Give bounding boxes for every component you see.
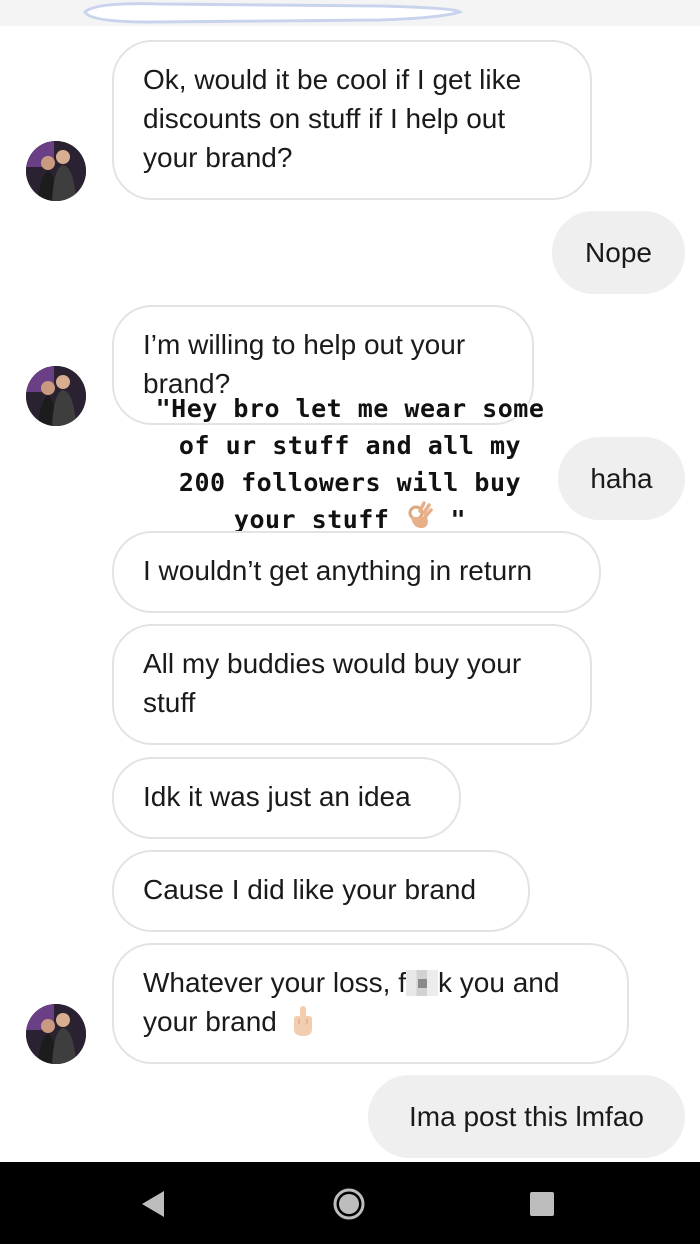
recent-apps-icon[interactable] <box>520 1182 564 1226</box>
censor-blur <box>405 970 438 996</box>
top-partial-element <box>0 0 700 26</box>
message-text: Whatever your loss, f <box>143 967 406 998</box>
outgoing-message[interactable]: Nope <box>552 211 685 294</box>
incoming-message[interactable]: Whatever your loss, fk you and your bran… <box>112 943 629 1064</box>
incoming-message[interactable]: Cause I did like your brand <box>112 850 530 932</box>
incoming-message[interactable]: Ok, would it be cool if I get like disco… <box>112 40 592 200</box>
caption-line: "Hey bro let me wear some <box>155 394 545 423</box>
message-text: I wouldn’t get anything in return <box>143 555 533 586</box>
message-text: All my buddies would buy your stuff <box>143 648 522 718</box>
message-text: Cause I did like your brand <box>143 874 477 905</box>
home-icon[interactable] <box>327 1182 371 1226</box>
incoming-message[interactable]: Idk it was just an idea <box>112 757 461 839</box>
message-text: Nope <box>585 237 652 268</box>
sender-avatar[interactable] <box>26 366 86 426</box>
incoming-message[interactable]: I wouldn’t get anything in return <box>112 531 601 613</box>
message-text: I’m willing to help out your brand? <box>143 329 466 399</box>
incoming-message[interactable]: All my buddies would buy your stuff <box>112 624 592 745</box>
system-navigation-bar <box>0 1162 700 1244</box>
caption-line: 200 followers will buy <box>178 468 522 497</box>
meme-caption: "Hey bro let me wear some of ur stuff an… <box>100 390 600 541</box>
sender-avatar[interactable] <box>26 1004 86 1064</box>
back-icon[interactable] <box>131 1182 175 1226</box>
message-text: Ok, would it be cool if I get like disco… <box>143 64 522 173</box>
sender-avatar[interactable] <box>26 141 86 201</box>
outgoing-message[interactable]: Ima post this lmfao <box>368 1075 685 1158</box>
caption-line: of ur stuff and all my <box>178 431 522 460</box>
middle-finger-icon <box>291 1005 315 1047</box>
message-text: Ima post this lmfao <box>409 1101 644 1132</box>
message-text: Idk it was just an idea <box>143 781 411 812</box>
